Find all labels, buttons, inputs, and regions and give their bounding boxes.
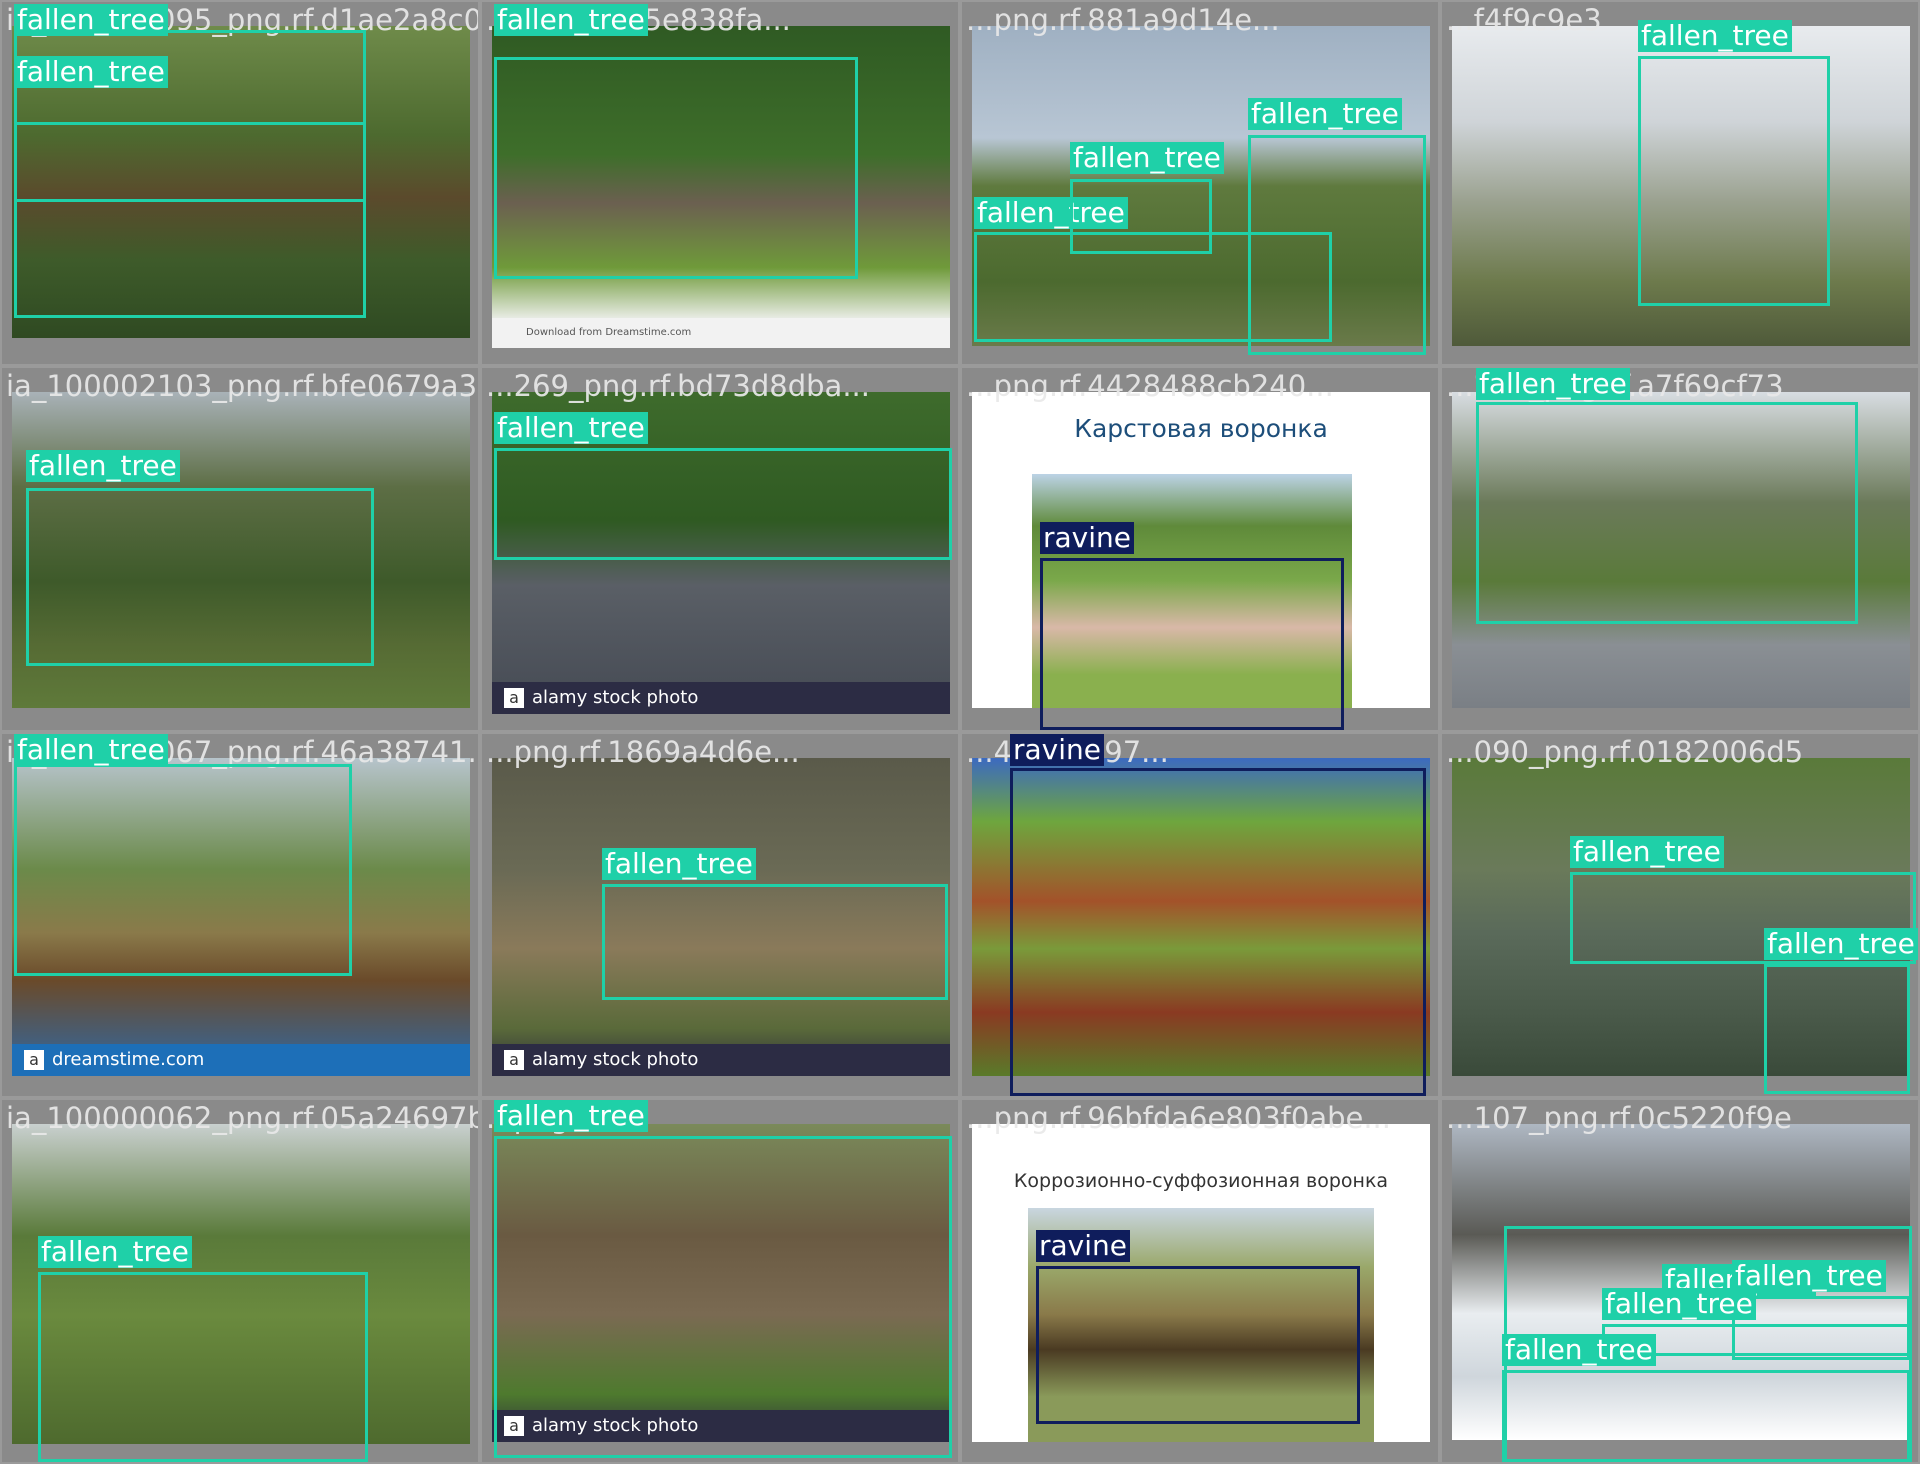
image-tile: ia_100000095_png.rf.d1ae2a8c05... fallen_…	[0, 0, 480, 366]
bounding-box	[1070, 179, 1212, 254]
image-tile: dreamstime.comia_100000067_png.rf.46a387…	[0, 732, 480, 1098]
image-tile: Download from Dreamstime.com...png.rf.e2…	[480, 0, 960, 366]
bounding-box	[494, 57, 858, 279]
watermark: alamy stock photo	[492, 1044, 950, 1076]
filename-label: ...f4f9c9e3	[1446, 3, 1602, 37]
detection-label: fallen_tree	[14, 4, 168, 36]
detection-label: fallen_tree	[1638, 20, 1792, 52]
detection-label: fallen_tree	[602, 848, 756, 880]
image-tile: ...249_png.rf.a7f69cf73fallen_tree	[1440, 366, 1920, 732]
image-tile: ...107_png.rf.0c5220f9e fallen_tree fallen…	[1440, 1098, 1920, 1464]
bounding-box	[1764, 964, 1910, 1094]
detection-label: fallen_tree	[1764, 928, 1918, 960]
image-tile: ...png.rf.881a9d14e... fallen_tree fallen_…	[960, 0, 1440, 366]
filename-label: ...png.rf.96bfda6e803f0abe...	[966, 1101, 1391, 1135]
detection-label: fallen_tree	[1070, 142, 1224, 174]
image-tile: ia_100000062_png.rf.05a24697b... fallen_t…	[0, 1098, 480, 1464]
detection-label: fallen_tree	[494, 4, 648, 36]
detection-label: fallen_tree	[1602, 1288, 1756, 1320]
bounding-box	[602, 884, 948, 1000]
filename-label: ...png.rf.881a9d14e...	[966, 3, 1280, 37]
bounding-box	[1476, 402, 1858, 624]
filename-label: ...png.rf.4428488cb240...	[966, 369, 1334, 403]
detection-label: fallen_tree	[1502, 1334, 1656, 1366]
detection-label: ravine	[1040, 522, 1134, 554]
bounding-box	[1638, 56, 1830, 306]
bounding-box	[494, 1136, 952, 1458]
slide-title: Коррозионно-суффозионная воронка	[1013, 1170, 1389, 1192]
detection-label: fallen_tree	[14, 56, 168, 88]
bounding-box	[14, 122, 366, 318]
detection-mosaic: ia_100000095_png.rf.d1ae2a8c05... fallen_…	[0, 0, 1920, 1464]
detection-label: fallen_tree	[1476, 368, 1630, 400]
bounding-box	[1248, 135, 1426, 355]
detection-label: ravine	[1036, 1230, 1130, 1262]
detection-label: fallen_tree	[26, 450, 180, 482]
image-tile: alamy stock photo...png.rf.f...fallen_tr…	[480, 1098, 960, 1464]
watermark: alamy stock photo	[492, 682, 950, 714]
detection-label: fallen_tree	[1248, 98, 1402, 130]
bounding-box	[26, 488, 374, 666]
bounding-box	[38, 1272, 368, 1462]
filename-label: ...107_png.rf.0c5220f9e	[1446, 1101, 1792, 1135]
detection-label: fallen_tree	[38, 1236, 192, 1268]
bounding-box	[1040, 558, 1344, 730]
bounding-box	[14, 764, 352, 976]
detection-label: fallen_tree	[14, 734, 168, 766]
image-tile: Коррозионно-суффозионная воронка ...png.r…	[960, 1098, 1440, 1464]
image-tile: alamy stock photo ...png.rf.1869a4d6e... f…	[480, 732, 960, 1098]
bounding-box	[494, 448, 952, 560]
filename-label: ...090_png.rf.0182006d5	[1446, 735, 1804, 769]
filename-label: ia_100002103_png.rf.bfe0679a36...	[6, 369, 480, 403]
bounding-box	[1010, 768, 1426, 1096]
filename-label: ...269_png.rf.bd73d8dba...	[486, 369, 870, 403]
bounding-box	[1036, 1266, 1360, 1424]
watermark: dreamstime.com	[12, 1044, 470, 1076]
image-tile: Карстовая воронка ...png.rf.4428488cb240.…	[960, 366, 1440, 732]
bounding-box	[1502, 1370, 1910, 1462]
detection-label: fallen_tree	[1570, 836, 1724, 868]
image-tile: ia_100002103_png.rf.bfe0679a36... fallen_…	[0, 366, 480, 732]
slide-title: Карстовая воронка	[1074, 414, 1328, 443]
filename-label: ia_100000062_png.rf.05a24697b...	[6, 1101, 480, 1135]
detection-label: ravine	[1010, 734, 1104, 766]
detection-label: fallen_tree	[494, 1100, 648, 1132]
image-tile: ...44db8297...ravine	[960, 732, 1440, 1098]
detection-label: fallen_tree	[494, 412, 648, 444]
overlay-caption: Download from Dreamstime.com	[492, 318, 950, 348]
filename-label: ...png.rf.1869a4d6e...	[486, 735, 800, 769]
image-tile: alamy stock photo ...269_png.rf.bd73d8dba…	[480, 366, 960, 732]
image-tile: ...090_png.rf.0182006d5 fallen_tree fallen…	[1440, 732, 1920, 1098]
image-tile: ...f4f9c9e3 fallen_tree	[1440, 0, 1920, 366]
